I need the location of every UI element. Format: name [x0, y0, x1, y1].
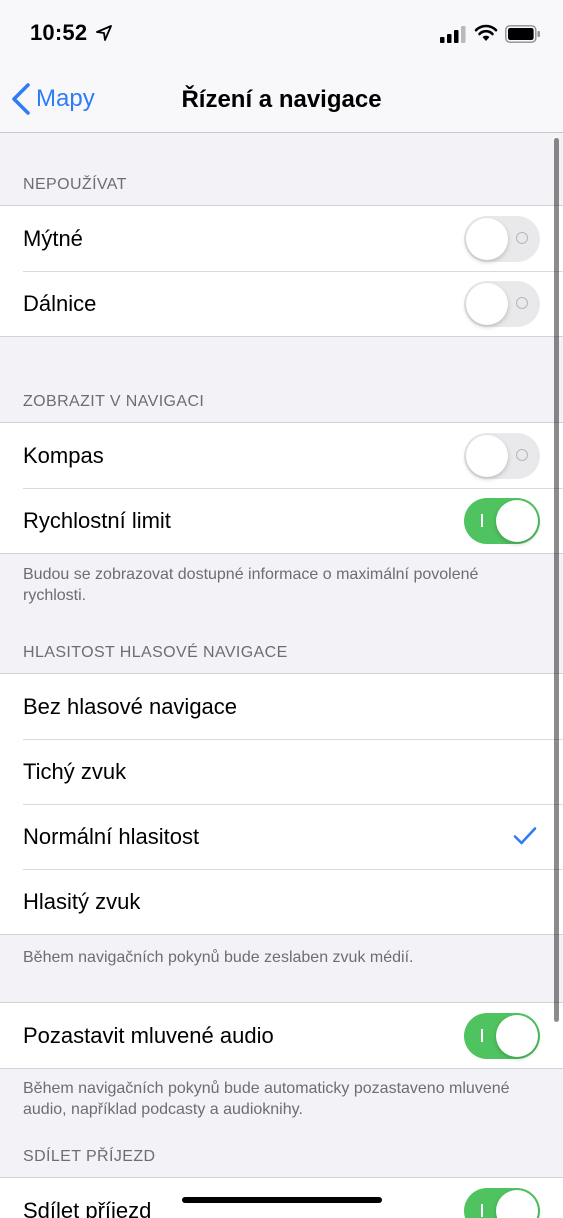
toggle-knob	[466, 434, 508, 477]
row-label: Mýtné	[23, 225, 83, 251]
toggle-off-mark	[516, 448, 528, 461]
cellular-signal-icon	[440, 26, 466, 43]
tolls-toggle[interactable]	[464, 215, 540, 262]
toggle-off-mark	[516, 231, 528, 244]
row-speed-limit[interactable]: Rychlostní limit	[0, 488, 563, 553]
group-avoid: Mýtné Dálnice	[0, 205, 563, 337]
status-bar: 10:52	[0, 0, 563, 66]
row-label: Pozastavit mluvené audio	[23, 1022, 274, 1048]
footer-voice-volume: Během navigačních pokynů bude zeslaben z…	[23, 949, 414, 966]
toggle-knob	[496, 1014, 538, 1057]
row-low-volume[interactable]: Tichý zvuk	[0, 739, 563, 804]
row-label: Normální hlasitost	[23, 823, 200, 849]
row-no-voice[interactable]: Bez hlasové navigace	[0, 674, 563, 739]
share-eta-toggle[interactable]	[464, 1187, 540, 1218]
highways-toggle[interactable]	[464, 280, 540, 327]
pause-audio-toggle[interactable]	[464, 1012, 540, 1059]
wifi-icon	[474, 24, 498, 41]
row-pause-spoken-audio[interactable]: Pozastavit mluvené audio	[0, 1003, 563, 1068]
footer-pause-audio: Během navigačních pokynů bude automatick…	[23, 1080, 510, 1118]
group-pause-audio: Pozastavit mluvené audio	[0, 1002, 563, 1069]
group-show-in-navigation: Kompas Rychlostní limit	[0, 422, 563, 554]
section-header-voice: HLASITOST HLASOVÉ NAVIGACE	[23, 644, 288, 661]
page-title: Řízení a navigace	[181, 86, 382, 113]
scrollbar[interactable]	[554, 138, 559, 1022]
toggle-on-mark	[481, 1028, 483, 1042]
toggle-on-mark	[481, 1203, 483, 1217]
row-normal-volume[interactable]: Normální hlasitost	[0, 804, 563, 869]
row-label: Dálnice	[23, 290, 97, 316]
toggle-knob	[496, 1189, 538, 1218]
row-loud-volume[interactable]: Hlasitý zvuk	[0, 869, 563, 934]
toggle-knob	[466, 217, 508, 260]
row-label: Rychlostní limit	[23, 507, 171, 533]
location-arrow-icon	[96, 25, 112, 41]
row-highways[interactable]: Dálnice	[0, 271, 563, 336]
speed-limit-toggle[interactable]	[464, 497, 540, 544]
section-header-share: SDÍLET PŘÍJEZD	[23, 1148, 156, 1165]
row-label: Hlasitý zvuk	[23, 888, 141, 914]
row-label: Bez hlasové navigace	[23, 693, 238, 719]
home-indicator[interactable]	[182, 1197, 382, 1203]
compass-toggle[interactable]	[464, 432, 540, 479]
row-label: Tichý zvuk	[23, 758, 127, 784]
toggle-knob	[466, 282, 508, 325]
toggle-on-mark	[481, 513, 483, 527]
section-header-avoid: NEPOUŽÍVAT	[23, 176, 127, 193]
navigation-bar: Mapy Řízení a navigace	[0, 66, 563, 133]
status-time: 10:52	[30, 20, 88, 45]
toggle-knob	[496, 499, 538, 542]
footer-speed-limit: Budou se zobrazovat dostupné informace o…	[23, 566, 479, 604]
group-voice-volume: Bez hlasové navigace Tichý zvuk Normální…	[0, 673, 563, 935]
battery-icon	[505, 25, 540, 43]
settings-screen: 10:52 Mapy Řízení a navigace NEPOUŽÍVAT …	[0, 0, 563, 1218]
row-compass[interactable]: Kompas	[0, 423, 563, 488]
row-tolls[interactable]: Mýtné	[0, 206, 563, 271]
row-label: Sdílet příjezd	[23, 1197, 152, 1218]
row-label: Kompas	[23, 442, 104, 468]
section-header-show: ZOBRAZIT V NAVIGACI	[23, 393, 205, 410]
toggle-off-mark	[516, 296, 528, 309]
checkmark-icon	[513, 827, 537, 845]
